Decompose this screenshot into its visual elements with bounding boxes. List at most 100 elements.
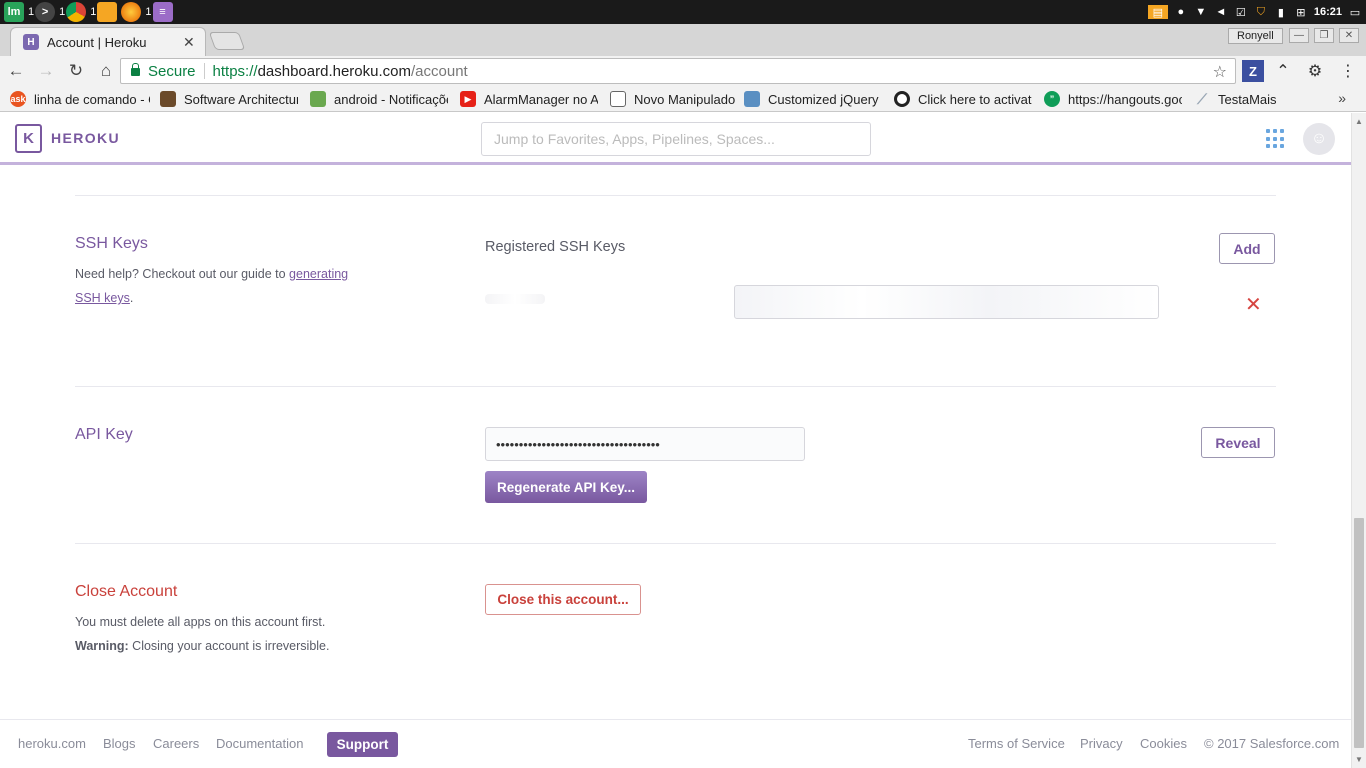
taskbar-app-chrome[interactable]: 1 [59,2,87,22]
notes-count: 1 [145,6,152,18]
heroku-header: K HEROKU ☺ [0,113,1351,165]
address-bar[interactable]: Secure https://dashboard.heroku.com/acco… [120,58,1236,84]
zotero-extension-icon[interactable]: Z [1242,60,1264,82]
close-icon[interactable]: ✕ [1245,292,1262,317]
folder-icon [97,2,118,22]
footer-link-blogs[interactable]: Blogs [103,736,136,751]
bookmark-item[interactable]: Novo Manipulado [610,90,735,108]
bookmark-label: Click here to activate [918,91,1032,107]
taskbar-app-lm[interactable]: lm [4,2,24,22]
account-content: SSH Keys Need help? Checkout out our gui… [0,168,1351,768]
api-key-field[interactable]: •••••••••••••••••••••••••••••••••••• [485,427,805,461]
hangouts-icon: ” [1044,91,1060,107]
footer-copyright: © 2017 Salesforce.com [1204,736,1340,751]
youtube-icon: ▶ [460,91,476,107]
bookmark-item[interactable]: android - Notificaçõe [310,90,448,108]
divider [75,386,1276,387]
close-account-button[interactable]: Close this account... [485,584,641,615]
notes-icon: ≡ [152,2,173,22]
clock[interactable]: 16:21 [1314,6,1342,18]
bookmark-label: Customized jQuery U [768,91,880,107]
jquery-icon [744,91,760,107]
bookmark-label: Novo Manipulado [634,91,735,107]
footer-link-terms[interactable]: Terms of Service [968,736,1065,751]
scroll-down-icon[interactable]: ▼ [1355,755,1363,764]
bookmark-label: linha de comando - C [34,91,150,107]
heroku-logo-icon[interactable]: K [15,124,42,153]
askubuntu-icon: ask [10,91,26,107]
regenerate-api-key-button[interactable]: Regenerate API Key... [485,471,647,503]
menu-dots-icon[interactable]: ⋮ [1337,60,1359,82]
bookmark-item[interactable]: Customized jQuery U [744,90,880,108]
taskbar-app-notes[interactable]: 1 ≡ [145,2,173,22]
chrome-icon [66,2,87,22]
heroku-logo-text[interactable]: HEROKU [51,130,120,146]
bookmark-item[interactable]: ask linha de comando - C [10,90,150,108]
scroll-up-icon[interactable]: ▲ [1355,117,1363,126]
api-key-title: API Key [75,426,133,443]
show-desktop-icon[interactable]: ▭ [1348,5,1362,19]
terminal-icon: > [35,2,56,22]
tab-account-heroku[interactable]: H Account | Heroku ✕ [10,27,206,56]
window-list-tray-icon[interactable]: ⊞ [1294,5,1308,19]
taskbar-app-terminal[interactable]: 1 > [28,2,56,22]
calendar-tray-icon[interactable]: ▤ [1147,5,1168,19]
profile-button[interactable]: Ronyell [1228,28,1283,44]
taskbar-app-firefox[interactable] [121,2,142,22]
bookmark-label: TestaMais [1218,91,1277,107]
new-tab-button[interactable] [208,32,246,50]
url-host: dashboard.heroku.com [257,62,411,80]
terminal-count: 1 [28,6,35,18]
back-arrow-icon[interactable]: ← [2,57,30,85]
warning-text: Closing your account is irreversible. [128,639,330,653]
chrome-count: 1 [59,6,66,18]
scroll-thumb[interactable] [1354,518,1364,748]
reveal-api-key-button[interactable]: Reveal [1201,427,1275,458]
apps-grid-icon[interactable] [1266,129,1286,149]
bookmark-label: android - Notificaçõe [334,91,448,107]
bookmark-item[interactable]: ⟋ TestaMais [1194,90,1304,108]
footer-link-heroku[interactable]: heroku.com [18,736,86,751]
bookmark-item[interactable]: ▶ AlarmManager no A [460,90,598,108]
ssh-key-field[interactable] [734,285,1159,319]
restore-icon[interactable]: ❐ [1314,28,1334,43]
close-window-icon[interactable]: ✕ [1339,28,1359,43]
wifi-tray-icon[interactable]: ▼ [1194,5,1208,19]
support-button[interactable]: Support [327,732,398,757]
close-tab-icon[interactable]: ✕ [183,34,195,51]
warning-label: Warning: [75,639,129,653]
taskbar-app-files[interactable]: 1 [90,2,118,22]
bookmark-item[interactable]: Software Architectur [160,90,298,108]
bookmark-item[interactable]: ” https://hangouts.goo [1044,90,1182,108]
registered-ssh-keys-title: Registered SSH Keys [485,239,626,255]
system-tray: ▤ ● ▼ ◄ ☑ ⛉ ▮ ⊞ 16:21 ▭ [1147,0,1362,24]
add-ssh-key-button[interactable]: Add [1219,233,1275,264]
reload-icon[interactable]: ↻ [62,57,90,85]
home-icon[interactable]: ⌂ [92,57,120,85]
settings-gear-icon[interactable]: ⚙ [1304,60,1326,82]
close-account-line1: You must delete all apps on this account… [75,615,326,629]
battery-tray-icon[interactable]: ▮ [1274,5,1288,19]
bookmark-item[interactable]: Click here to activate [894,90,1032,108]
minimize-icon[interactable]: — [1289,28,1309,43]
clipboard-tray-icon[interactable]: ☑ [1234,5,1248,19]
avatar[interactable]: ☺ [1303,123,1335,155]
footer-link-cookies[interactable]: Cookies [1140,736,1187,751]
lm-icon: lm [4,2,24,22]
analytics-extension-icon[interactable]: ⌃ [1272,60,1294,82]
ssh-keys-description: Need help? Checkout out our guide to gen… [75,262,375,310]
footer-link-careers[interactable]: Careers [153,736,199,751]
bookmark-star-icon[interactable]: ☆ [1213,62,1227,82]
more-bookmarks-icon[interactable]: » [1338,90,1346,106]
close-account-title: Close Account [75,583,178,600]
footer-link-privacy[interactable]: Privacy [1080,736,1123,751]
volume-tray-icon[interactable]: ◄ [1214,5,1228,19]
forward-arrow-icon[interactable]: → [32,57,60,85]
footer-link-documentation[interactable]: Documentation [216,736,303,751]
url-path: /account [411,62,468,80]
search-input[interactable] [481,122,871,156]
shield-tray-icon[interactable]: ⛉ [1254,5,1268,19]
lock-icon [131,63,140,76]
page-scrollbar[interactable]: ▲ ▼ [1351,113,1366,768]
user-tray-icon[interactable]: ● [1174,5,1188,19]
